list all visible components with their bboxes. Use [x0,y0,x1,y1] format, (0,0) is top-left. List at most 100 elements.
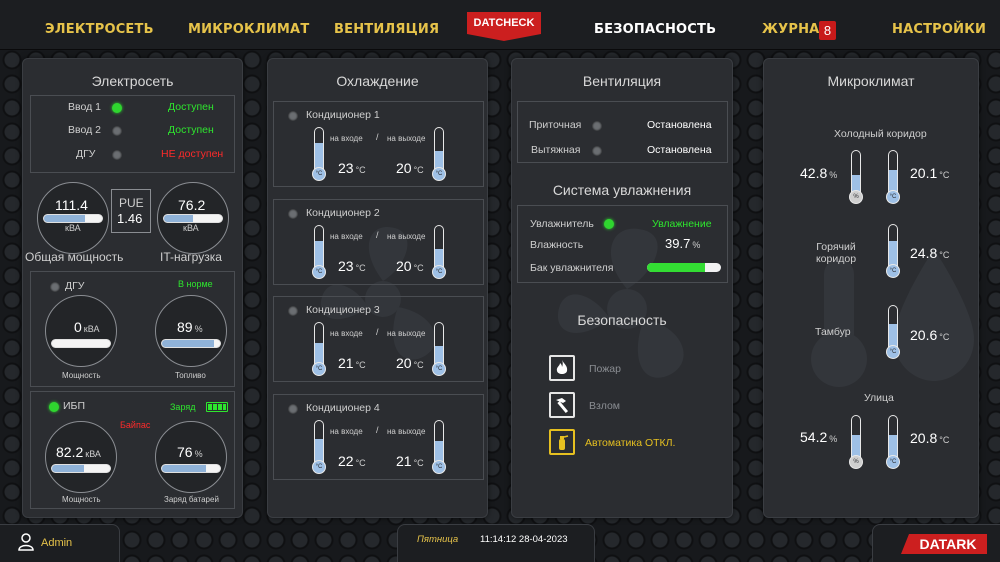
tambur-label: Тамбур [815,326,851,338]
ac-inlet-label: на входе [330,329,363,338]
ups-battery-value: 76% [177,444,203,460]
tank-label: Бак увлажнителя [530,262,614,274]
cooling-panel: Охлаждение Кондиционер 1 °C на входе / на вы… [267,58,488,518]
tambur-temp-value: 20.6 °С [910,327,949,343]
ac-inlet-thermo: °C [312,127,326,183]
dgu-input-status: НЕ доступен [161,148,224,160]
ac-outlet-thermo: °C [432,420,446,476]
it-load-unit: кВА [183,223,199,233]
user-icon [18,533,34,551]
ac-outlet-temp-number: 20 [396,355,412,371]
humidity-unit: % [692,240,701,250]
nav-ventilation[interactable]: ВЕНТИЛЯЦИЯ [334,22,439,37]
automation-label: Автоматика ОТКЛ. [585,437,676,449]
ac-inlet-temp: 23 °С [338,160,366,176]
ac-unit-led [288,306,298,316]
microclimate-title: Микроклимат [827,73,915,89]
ac-outlet-temp: 20 °С [396,355,424,371]
microclimate-panel: Микроклимат Холодный коридор 42.8% % °C … [763,58,979,518]
it-load-value: 76.2 [178,197,206,213]
tambur-temp-number: 20.6 [910,327,938,343]
humidity-value: 39.7% [665,236,700,251]
ac-outlet-temp-unit: °С [413,165,424,175]
street-humidity-thermo: % [849,415,863,471]
ac-inlet-thermo: °C [312,225,326,281]
battery-icon [206,402,228,412]
climate-watermark-icon [811,249,974,387]
ups-battery-number: 76 [177,444,193,460]
dgu-power-value: 0 кВА [74,319,99,335]
cooling-title: Охлаждение [336,73,419,89]
ac-inlet-temp-unit: °С [355,458,366,468]
ac-unit-name: Кондиционер 3 [306,304,380,316]
tambur-temp-unit: °С [939,332,950,342]
input1-status: Доступен [168,101,214,113]
tambur-temp-thermo: °C [886,305,900,361]
ups-charge-label: Заряд [170,402,196,412]
nav-security[interactable]: БЕЗОПАСНОСТЬ [594,22,716,37]
street-humidity-unit: % [829,434,838,444]
dgu-fuel-bar [161,339,221,348]
exhaust-label: Вытяжная [531,144,581,156]
ac-outlet-label: на выходе [387,232,426,241]
street-temp-number: 20.8 [910,430,938,446]
it-load-label: IT-нагрузка [160,250,222,264]
cold-humidity-value: 42.8% [800,165,837,181]
cold-humidity-unit: % [829,170,838,180]
ups-led [49,402,59,412]
cold-corridor-label: Холодный коридор [834,128,927,140]
ac-inlet-temp-unit: °С [355,165,366,175]
total-power-unit: кВА [65,223,81,233]
nav-settings[interactable]: НАСТРОЙКИ [892,22,986,37]
ac-unit-led [288,404,298,414]
street-label: Улица [864,392,894,404]
hot-temp-value: 24.8 °С [910,245,949,261]
ups-power-value: 82.2 кВА [56,444,101,460]
input2-led [112,126,122,136]
ac-outlet-temp-unit: °С [413,360,424,370]
ac-outlet-thermo: °C [432,127,446,183]
ac-inlet-temp-number: 22 [338,453,354,469]
input2-status: Доступен [168,124,214,136]
nav-power[interactable]: ЭЛЕКТРОСЕТЬ [45,22,154,37]
supply-status: Остановлена [647,119,712,131]
humidifier-label: Увлажнитель [530,218,594,230]
ac-outlet-temp: 20 °С [396,160,424,176]
ups-label: ИБП [63,400,85,412]
ac-unit-led [288,209,298,219]
input1-led [112,103,122,113]
humidity-number: 39.7 [665,236,691,251]
street-temp-value: 20.8 °С [910,430,949,446]
ac-outlet-temp: 20 °С [396,258,424,274]
username[interactable]: Admin [41,537,72,549]
tank-level-bar [647,263,721,272]
intrusion-label: Взлом [589,400,621,412]
ups-power-label: Мощность [62,495,101,504]
hot-temp-unit: °С [939,250,950,260]
input1-label: Ввод 1 [68,101,101,113]
it-load-bar [163,214,223,223]
ac-outlet-temp-number: 21 [396,453,412,469]
ac-inlet-thermo: °C [312,322,326,378]
security-title: Безопасность [577,312,667,328]
ac-separator: / [376,425,379,435]
dgu-power-bar [51,339,111,348]
ac-outlet-temp-unit: °С [413,263,424,273]
hammer-icon-glyph [556,398,569,414]
nav-microclimate[interactable]: МИКРОКЛИМАТ [188,22,309,37]
dgu-power-label: Мощность [62,371,101,380]
dgu-input-label: ДГУ [76,148,96,160]
ac-unit-led [288,111,298,121]
ups-battery-bar [161,464,221,473]
ac-unit-name: Кондиционер 4 [306,402,380,414]
ac-outlet-label: на выходе [387,427,426,436]
street-temp-unit: °С [939,435,950,445]
ac-outlet-temp-number: 20 [396,160,412,176]
datcheck-logo[interactable]: DATCHECK [467,12,541,41]
ac-outlet-label: на выходе [387,329,426,338]
street-temp-thermo: °C [886,415,900,471]
ac-inlet-temp-number: 23 [338,160,354,176]
weekday: Пятница [417,534,459,545]
fire-icon-glyph [556,360,568,374]
journal-count-badge: 8 [819,21,836,40]
